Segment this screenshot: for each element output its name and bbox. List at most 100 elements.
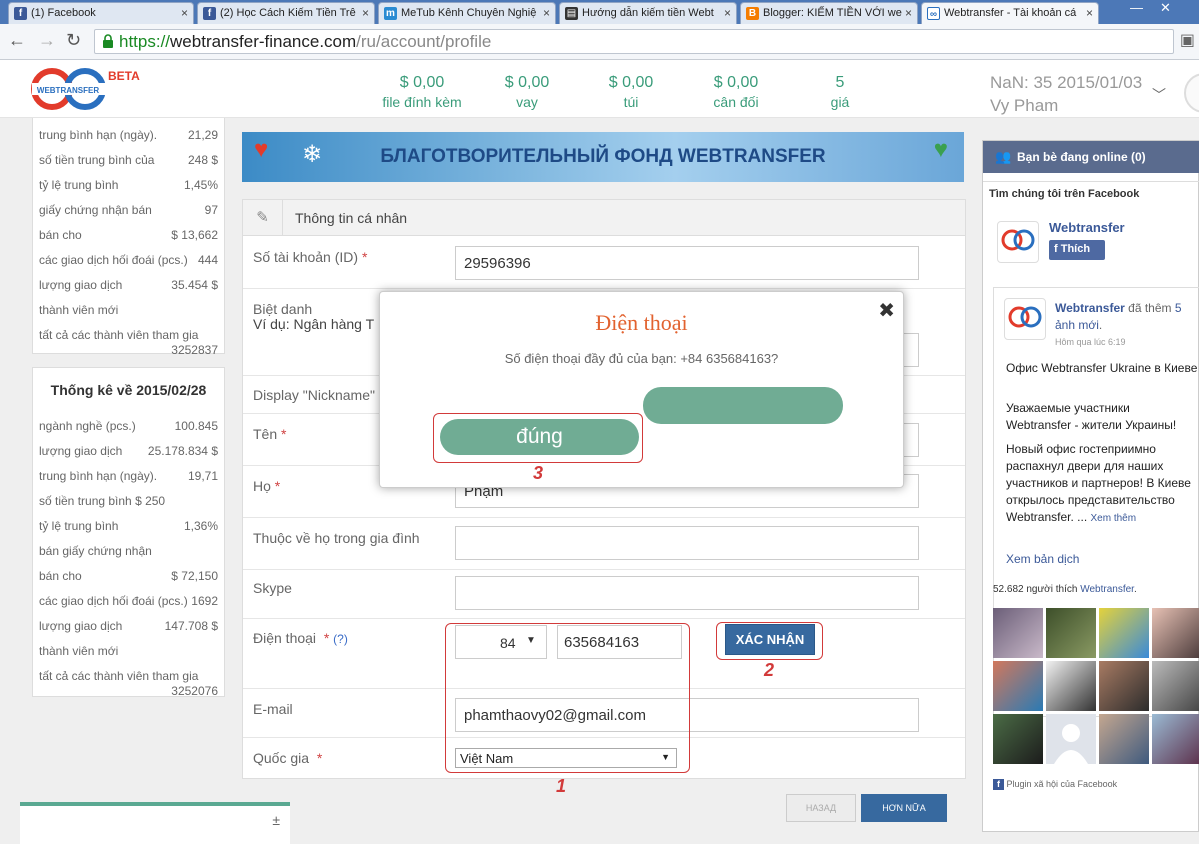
- stat-key: giấy chứng nhận bán: [39, 203, 152, 217]
- chat-widget[interactable]: ±: [20, 802, 290, 844]
- fan-avatar[interactable]: [1046, 608, 1096, 658]
- url-path: /ru/account/profile: [356, 32, 492, 51]
- close-icon[interactable]: ×: [905, 6, 912, 20]
- family-field[interactable]: [455, 526, 919, 560]
- back-arrow-icon[interactable]: ←: [8, 30, 26, 51]
- stat-key: lượng giao dịch: [39, 278, 123, 292]
- post-author-logo[interactable]: [1004, 298, 1046, 340]
- fan-avatar[interactable]: [1099, 714, 1149, 764]
- stat-wallet[interactable]: $ 0,00 túi: [581, 74, 681, 110]
- stat-loan[interactable]: $ 0,00 vay: [477, 74, 577, 110]
- form-title: Thông tin cá nhân: [295, 210, 408, 226]
- nickname-label: Biệt danh: [253, 301, 313, 317]
- logo-icon: [1008, 306, 1042, 328]
- stat-key: ngành nghề (pcs.): [39, 419, 136, 433]
- facebook-widget-title: Tìm chúng tôi trên Facebook: [989, 188, 1140, 200]
- fan-avatar[interactable]: [1152, 714, 1199, 764]
- page-name-link[interactable]: Webtransfer: [1049, 220, 1125, 235]
- stat-label: túi: [623, 94, 639, 110]
- url-field[interactable]: https://webtransfer-finance.com/ru/accou…: [94, 29, 1174, 54]
- default-avatar-icon: [1054, 724, 1088, 764]
- fan-avatar[interactable]: [1046, 714, 1096, 764]
- stat-rate[interactable]: 5 giá: [790, 74, 890, 110]
- display-nickname-label: Display "Nickname": [253, 387, 375, 403]
- like-button[interactable]: f Thích: [1049, 240, 1105, 260]
- forward-arrow-icon[interactable]: →: [38, 30, 56, 51]
- facebook-icon: f: [993, 779, 1004, 790]
- post-line-1: Офис Webtransfer Ukraine в Киеве: [1006, 361, 1198, 375]
- tab-title: Blogger: KIẾM TIỀN VỚI we: [763, 7, 902, 19]
- chevron-down-icon[interactable]: ﹀: [1152, 85, 1166, 105]
- browser-tab-blogger[interactable]: B Blogger: KIẾM TIỀN VỚI we ×: [740, 2, 918, 24]
- post-author[interactable]: Webtransfer: [1055, 301, 1125, 315]
- tab-title: Webtransfer - Tài khoản cá: [944, 7, 1077, 19]
- tab-title: Hướng dẫn kiếm tiền Webt: [582, 7, 714, 19]
- right-sidebar: 👥 Bạn bè đang online (0) Tìm chúng tôi t…: [982, 140, 1199, 832]
- likes-page-link[interactable]: Webtransfer: [1080, 584, 1134, 595]
- family-label: Thuộc về họ trong gia đình: [253, 530, 420, 546]
- label-text: Họ: [253, 478, 271, 494]
- user-name[interactable]: Vy Pham: [990, 96, 1058, 116]
- translate-link[interactable]: Xem bản dịch: [1006, 552, 1079, 566]
- browser-tab-bar: f (1) Facebook × f (2) Học Cách Kiếm Tiề…: [0, 0, 1199, 24]
- stat-attachment[interactable]: $ 0,00 file đính kèm: [372, 74, 472, 110]
- dialog-message: Số điện thoại đầy đủ của bạn: +84 635684…: [504, 351, 779, 366]
- required-mark: *: [361, 249, 368, 265]
- stat-balance[interactable]: $ 0,00 cân đối: [686, 74, 786, 110]
- stat-val: 100.845: [174, 419, 218, 433]
- close-icon[interactable]: ×: [543, 6, 550, 20]
- close-window-icon[interactable]: ✕: [1160, 0, 1171, 16]
- stat-key: thành viên mới: [39, 644, 119, 658]
- no-button[interactable]: [643, 387, 843, 424]
- required-mark: *: [323, 630, 330, 646]
- facebook-icon: f: [14, 7, 27, 20]
- close-icon[interactable]: ×: [724, 6, 731, 20]
- fan-avatar[interactable]: [1152, 661, 1199, 711]
- fan-avatar[interactable]: [993, 608, 1043, 658]
- friends-online-bar[interactable]: 👥 Bạn bè đang online (0): [983, 141, 1199, 173]
- browser-tab-facebook[interactable]: f (1) Facebook ×: [8, 2, 194, 24]
- browser-tab-huong-dan[interactable]: ▤ Hướng dẫn kiếm tiền Webt ×: [559, 2, 737, 24]
- fan-avatar[interactable]: [1046, 661, 1096, 711]
- avatar[interactable]: [1184, 73, 1199, 113]
- stat-val: 21,29: [187, 128, 218, 142]
- close-icon[interactable]: ×: [1086, 6, 1093, 20]
- browser-tab-metub[interactable]: m MeTub Kênh Chuyên Nghiệ ×: [378, 2, 556, 24]
- fan-avatar[interactable]: [993, 661, 1043, 711]
- fan-avatar[interactable]: [993, 714, 1043, 764]
- account-id-field: 29596396: [455, 246, 919, 280]
- likes-count: 52.682 người thích Webtransfer.: [993, 584, 1137, 595]
- fan-avatar[interactable]: [1099, 661, 1149, 711]
- webtransfer-page-logo[interactable]: [997, 221, 1039, 263]
- minimize-icon[interactable]: —: [1130, 0, 1143, 15]
- facebook-icon: f: [1054, 243, 1061, 255]
- reload-icon[interactable]: ↻: [66, 30, 81, 51]
- see-more-link[interactable]: Xem thêm: [1091, 513, 1137, 524]
- skype-field[interactable]: [455, 576, 919, 610]
- stat-val: 444: [197, 253, 218, 267]
- extension-icon[interactable]: ▣: [1180, 30, 1195, 50]
- stat-key: trung bình hạn (ngày).: [39, 128, 158, 142]
- post-line-2: Уважаемые участники Webtransfer - жители…: [1006, 401, 1177, 432]
- stat-key: tất cả các thành viên tham gia: [39, 669, 199, 683]
- back-button[interactable]: НАЗАД: [786, 794, 856, 822]
- email-label: E-mail: [253, 701, 293, 717]
- label-text: Số tài khoản (ID): [253, 249, 359, 265]
- next-button[interactable]: HƠN NỮA: [861, 794, 947, 822]
- fan-avatar[interactable]: [1152, 608, 1199, 658]
- annotation-box-3: [433, 413, 643, 463]
- close-icon[interactable]: ✖: [878, 298, 895, 323]
- help-link[interactable]: (?): [333, 632, 348, 646]
- browser-tab-hoc-cach[interactable]: f (2) Học Cách Kiếm Tiền Trê ×: [197, 2, 375, 24]
- charity-banner[interactable]: ♥ ❄ БЛАГОТВОРИТЕЛЬНЫЙ ФОНД WEBTRANSFER ♥: [242, 132, 964, 182]
- expand-icon[interactable]: ±: [272, 812, 280, 828]
- stat-value: $ 0,00: [504, 74, 550, 91]
- blogger-icon: B: [746, 7, 759, 20]
- webtransfer-logo[interactable]: WEBTRANSFER: [30, 67, 110, 116]
- close-icon[interactable]: ×: [181, 6, 188, 20]
- stat-val: 248 $: [187, 153, 218, 167]
- browser-tab-webtransfer[interactable]: ∞ Webtransfer - Tài khoản cá ×: [921, 2, 1099, 24]
- close-icon[interactable]: ×: [362, 6, 369, 20]
- fan-avatar[interactable]: [1099, 608, 1149, 658]
- stat-key: số tiền trung bình $ 250: [39, 494, 166, 508]
